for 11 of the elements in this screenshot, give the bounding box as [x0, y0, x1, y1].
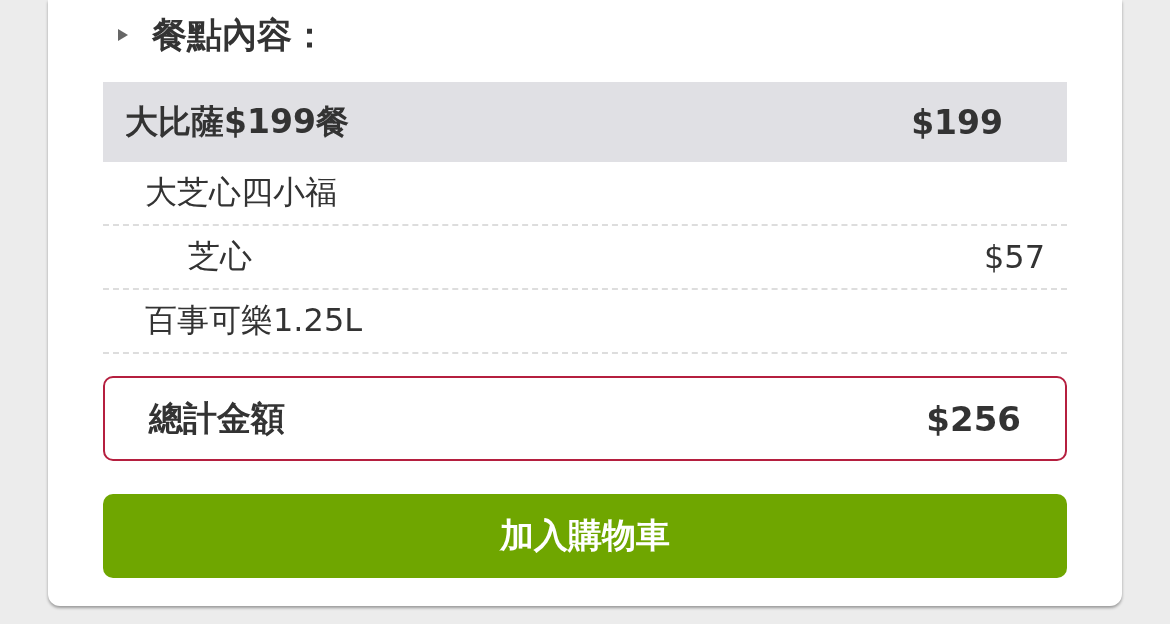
- meal-price: $199: [911, 102, 1003, 142]
- item-name: 芝心: [188, 236, 252, 277]
- section-title: 餐點內容：: [152, 13, 327, 57]
- total-amount: $256: [926, 398, 1021, 439]
- meal-name: 大比薩$199餐: [125, 100, 349, 143]
- add-to-cart-button[interactable]: 加入購物車: [103, 494, 1067, 578]
- item-name: 大芝心四小福: [145, 172, 337, 213]
- triangle-icon: [118, 29, 128, 41]
- total-label: 總計金額: [149, 396, 285, 440]
- item-price: $57: [983, 238, 1045, 276]
- item-name: 百事可樂1.25L: [145, 300, 363, 341]
